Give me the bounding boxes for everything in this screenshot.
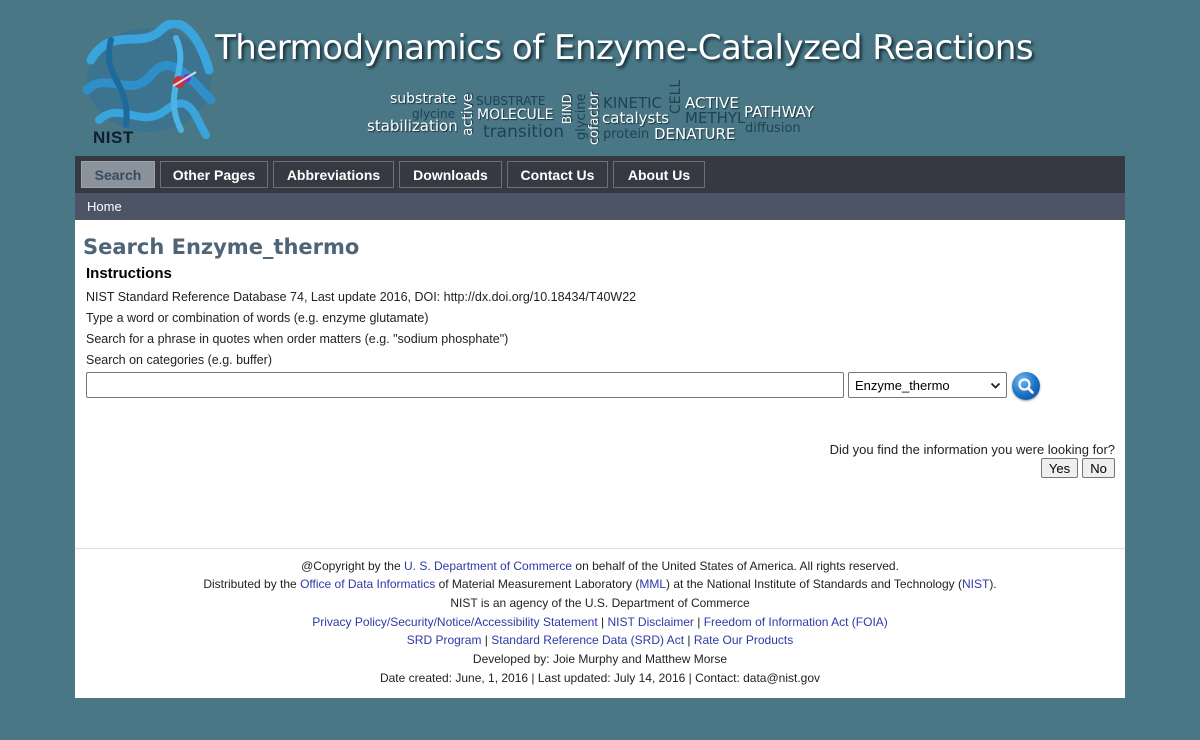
site-title: Thermodynamics of Enzyme-Catalyzed React… bbox=[215, 28, 1034, 68]
word-cloud-word: catalysts bbox=[602, 109, 670, 127]
footer-text: of Material Measurement Laboratory ( bbox=[435, 577, 640, 591]
nav-downloads[interactable]: Downloads bbox=[399, 161, 502, 188]
word-cloud-word: substrate bbox=[390, 91, 457, 107]
srd-program-link[interactable]: SRD Program bbox=[407, 633, 482, 647]
breadcrumb: Home bbox=[75, 193, 1125, 220]
nav-other-pages[interactable]: Other Pages bbox=[160, 161, 268, 188]
chevron-down-icon bbox=[990, 382, 1001, 389]
footer-separator: | bbox=[597, 615, 608, 629]
nav-about-us[interactable]: About Us bbox=[613, 161, 705, 188]
footer-divider bbox=[75, 548, 1125, 549]
footer-text: ) at the National Institute of Standards… bbox=[666, 577, 962, 591]
footer-text: Distributed by the bbox=[203, 577, 301, 591]
word-cloud-word: CELL bbox=[668, 79, 684, 114]
word-cloud-word: DENATURE bbox=[654, 125, 736, 143]
word-cloud-word: PATHWAY bbox=[744, 103, 814, 121]
nist-disclaimer-link[interactable]: NIST Disclaimer bbox=[607, 615, 693, 629]
magnifier-icon bbox=[1018, 378, 1034, 394]
nist-link[interactable]: NIST bbox=[962, 577, 989, 591]
mml-link[interactable]: MML bbox=[639, 577, 666, 591]
commerce-link[interactable]: U. S. Department of Commerce bbox=[404, 559, 572, 573]
nav-contact-us[interactable]: Contact Us bbox=[507, 161, 608, 188]
footer-srd-links: SRD Program | Standard Reference Data (S… bbox=[75, 633, 1125, 647]
word-cloud-word: cofactor bbox=[587, 91, 602, 145]
rate-products-link[interactable]: Rate Our Products bbox=[694, 633, 793, 647]
footer-dates: Date created: June, 1, 2016 | Last updat… bbox=[379, 671, 821, 685]
footer-text: @Copyright by the bbox=[301, 559, 404, 573]
word-cloud-word: BIND bbox=[560, 94, 574, 124]
footer-separator: | bbox=[693, 615, 704, 629]
word-cloud-word: diffusion bbox=[745, 121, 801, 136]
footer-developers: Developed by: Joie Murphy and Matthew Mo… bbox=[472, 652, 728, 666]
word-cloud-word: transition bbox=[483, 122, 564, 142]
site-banner: NIST Thermodynamics of Enzyme-Catalyzed … bbox=[75, 0, 1125, 156]
nist-logo: NIST bbox=[93, 128, 134, 147]
main-nav: Search Other Pages Abbreviations Downloa… bbox=[75, 156, 1125, 193]
word-cloud-word: METHYL bbox=[685, 109, 746, 127]
footer-copyright: @Copyright by the U. S. Department of Co… bbox=[75, 559, 1125, 573]
instruction-line: Search for a phrase in quotes when order… bbox=[86, 332, 509, 346]
word-cloud-word: MOLECULE bbox=[477, 107, 554, 123]
breadcrumb-home-link[interactable]: Home bbox=[87, 199, 122, 214]
instruction-line: NIST Standard Reference Database 74, Las… bbox=[86, 290, 637, 304]
instruction-line: Search on categories (e.g. buffer) bbox=[86, 353, 272, 367]
foia-link[interactable]: Freedom of Information Act (FOIA) bbox=[704, 615, 888, 629]
privacy-policy-link[interactable]: Privacy Policy/Security/Notice/Accessibi… bbox=[312, 615, 597, 629]
word-cloud-word: SUBSTRATE bbox=[476, 94, 546, 108]
search-input[interactable] bbox=[86, 372, 844, 398]
word-cloud-word: active bbox=[460, 93, 476, 136]
srd-act-link[interactable]: Standard Reference Data (SRD) Act bbox=[491, 633, 684, 647]
instructions-heading: Instructions bbox=[86, 265, 172, 282]
main-content: Search Enzyme_thermo Instructions NIST S… bbox=[75, 220, 1125, 698]
category-select[interactable]: Enzyme_thermo bbox=[848, 372, 1007, 398]
category-select-value: Enzyme_thermo bbox=[855, 377, 950, 393]
search-button[interactable] bbox=[1012, 372, 1040, 400]
page-title: Search Enzyme_thermo bbox=[83, 235, 360, 259]
footer-policy-links: Privacy Policy/Security/Notice/Accessibi… bbox=[75, 615, 1125, 629]
footer-agency: NIST is an agency of the U.S. Department… bbox=[450, 596, 750, 610]
word-cloud-word: stabilization bbox=[367, 117, 458, 135]
footer-separator: | bbox=[481, 633, 492, 647]
feedback-question: Did you find the information you were lo… bbox=[829, 442, 1115, 457]
footer-distribution: Distributed by the Office of Data Inform… bbox=[75, 577, 1125, 591]
footer-text: ). bbox=[989, 577, 997, 591]
feedback-yes-button[interactable]: Yes bbox=[1041, 458, 1078, 478]
instruction-line: Type a word or combination of words (e.g… bbox=[86, 311, 429, 325]
word-cloud-word: protein bbox=[603, 127, 650, 142]
odi-link[interactable]: Office of Data Informatics bbox=[300, 577, 435, 591]
nav-abbreviations[interactable]: Abbreviations bbox=[273, 161, 394, 188]
footer-text: on behalf of the United States of Americ… bbox=[572, 559, 899, 573]
feedback-no-button[interactable]: No bbox=[1082, 458, 1115, 478]
footer-separator: | bbox=[684, 633, 694, 647]
nav-search[interactable]: Search bbox=[81, 161, 155, 188]
